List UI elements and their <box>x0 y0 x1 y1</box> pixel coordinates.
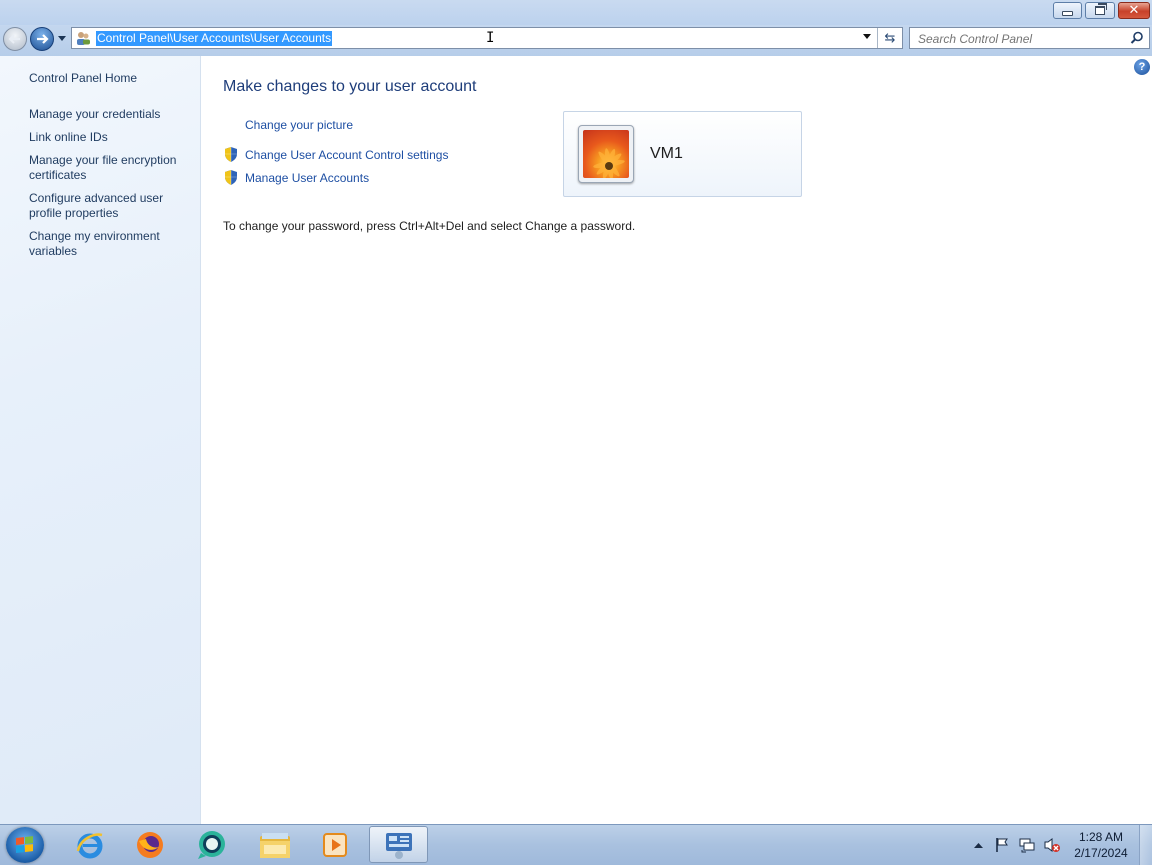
taskbar-internet-explorer[interactable] <box>62 826 118 863</box>
chevron-up-icon <box>973 843 983 848</box>
refresh-button[interactable]: ⇆ <box>877 28 902 48</box>
change-picture-link[interactable]: Change your picture <box>245 118 353 132</box>
task-change-picture: Change your picture <box>223 118 353 132</box>
firefox-icon <box>137 831 163 858</box>
sidebar-item-file-encryption[interactable]: Manage your file encryption certificates <box>29 153 187 183</box>
close-button[interactable]: ✕ <box>1118 2 1150 19</box>
title-bar: ✕ <box>0 0 1152 25</box>
taskbar-firefox[interactable] <box>122 826 178 863</box>
chat-app-icon <box>198 830 225 859</box>
forward-arrow-icon <box>37 34 49 44</box>
back-button[interactable] <box>3 27 27 51</box>
task-uac-settings: Change User Account Control settings <box>223 146 448 163</box>
windows-logo-icon <box>16 836 34 854</box>
control-panel-icon <box>385 832 412 859</box>
sidebar-item-link-online-ids[interactable]: Link online IDs <box>29 130 194 145</box>
clock-time: 1:28 AM <box>1078 830 1124 844</box>
close-icon: ✕ <box>1128 3 1140 18</box>
shield-icon <box>225 170 237 185</box>
recent-pages-dropdown[interactable] <box>58 36 66 41</box>
start-button[interactable] <box>6 827 44 863</box>
account-name: VM1 <box>650 145 683 162</box>
page-title: Make changes to your user account <box>223 78 477 95</box>
text-cursor: I <box>486 30 495 46</box>
minimize-icon <box>1062 11 1073 16</box>
help-icon[interactable]: ? <box>1134 59 1150 75</box>
main-content: ? Make changes to your user account Chan… <box>201 56 1152 824</box>
search-box[interactable] <box>909 27 1150 49</box>
sidebar-item-manage-credentials[interactable]: Manage your credentials <box>29 107 194 122</box>
avatar[interactable] <box>578 125 634 183</box>
taskbar: 1:28 AM 2/17/2024 <box>0 824 1152 865</box>
minimize-button[interactable] <box>1053 2 1082 19</box>
clock[interactable]: 1:28 AM 2/17/2024 <box>1068 829 1134 861</box>
internet-explorer-icon <box>76 832 103 858</box>
taskbar-control-panel[interactable] <box>369 826 428 863</box>
tray-action-center[interactable] <box>992 825 1012 865</box>
shield-icon <box>225 147 237 162</box>
media-player-icon <box>323 832 347 857</box>
user-accounts-icon <box>77 32 90 45</box>
show-desktop-button[interactable] <box>1139 825 1152 865</box>
back-arrow-icon <box>8 34 20 44</box>
restore-button[interactable] <box>1085 2 1115 19</box>
sidebar-item-environment-variables[interactable]: Change my environment variables <box>29 229 169 259</box>
taskbar-media-player[interactable] <box>307 826 363 863</box>
tray-network[interactable] <box>1016 825 1038 865</box>
navigation-bar: Control Panel\User Accounts\User Account… <box>0 25 1152 56</box>
show-hidden-icons-button[interactable] <box>970 825 986 865</box>
flower-picture-icon <box>583 130 629 178</box>
uac-settings-link[interactable]: Change User Account Control settings <box>245 148 448 162</box>
task-pane: Control Panel Home Manage your credentia… <box>0 56 201 824</box>
taskbar-chat-app[interactable] <box>184 826 240 863</box>
address-text[interactable]: Control Panel\User Accounts\User Account… <box>96 30 333 46</box>
restore-icon <box>1095 3 1107 15</box>
manage-accounts-link[interactable]: Manage User Accounts <box>245 171 369 185</box>
tray-volume-muted[interactable] <box>1041 825 1063 865</box>
password-note: To change your password, press Ctrl+Alt+… <box>223 219 636 233</box>
taskbar-file-explorer[interactable] <box>247 826 303 863</box>
account-tile: VM1 <box>563 111 802 197</box>
search-icon[interactable] <box>1130 31 1144 45</box>
sidebar-item-control-panel-home[interactable]: Control Panel Home <box>29 71 194 86</box>
address-bar[interactable]: Control Panel\User Accounts\User Account… <box>71 27 903 49</box>
search-input[interactable] <box>916 29 1132 49</box>
address-dropdown-button[interactable] <box>863 34 871 39</box>
clock-date: 2/17/2024 <box>1074 846 1128 860</box>
refresh-icon: ⇆ <box>884 30 896 46</box>
sidebar-item-advanced-profile[interactable]: Configure advanced user profile properti… <box>29 191 169 221</box>
file-explorer-icon <box>260 832 290 858</box>
task-manage-accounts: Manage User Accounts <box>223 169 369 186</box>
forward-button[interactable] <box>30 27 54 51</box>
flag-icon <box>996 838 1008 852</box>
speaker-muted-icon <box>1044 838 1060 852</box>
network-icon <box>1019 838 1035 853</box>
